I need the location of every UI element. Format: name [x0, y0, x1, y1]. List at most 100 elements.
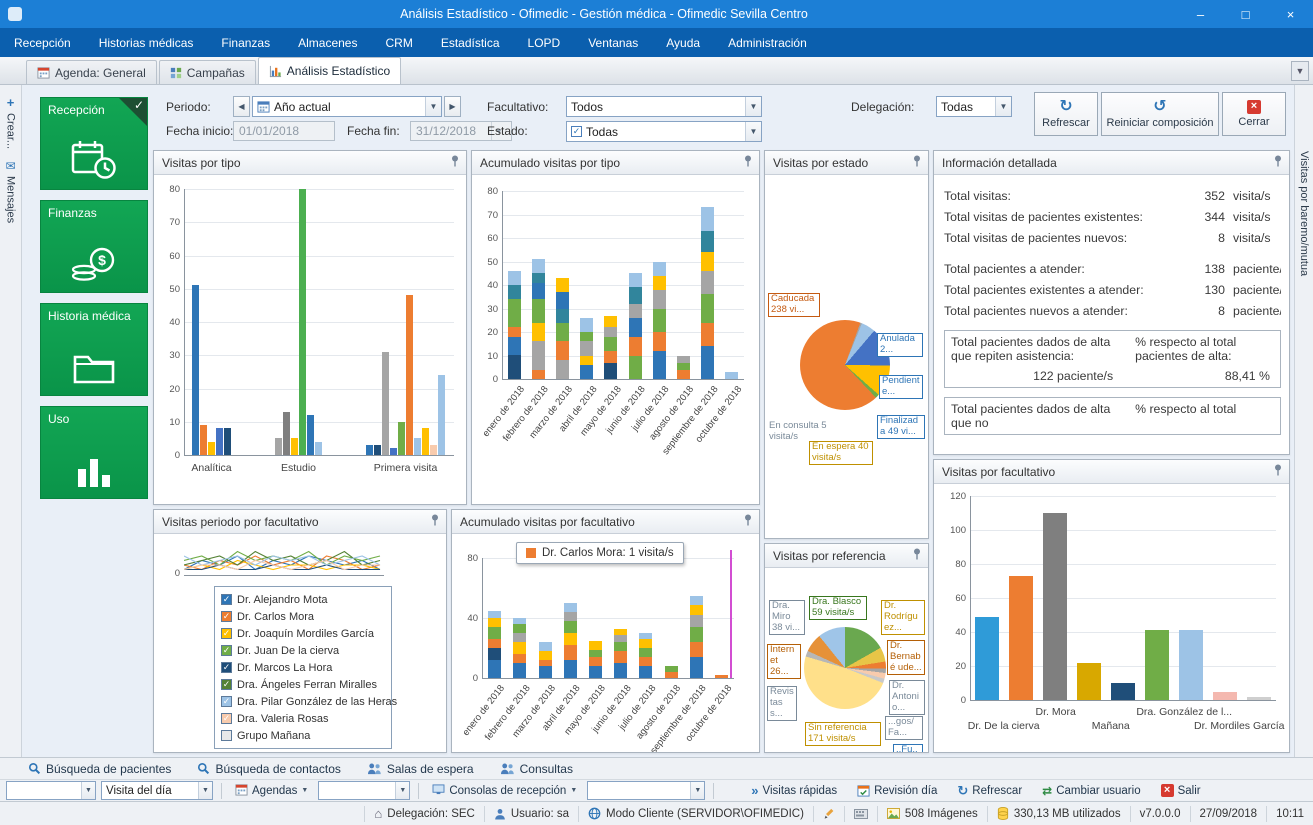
menu-item-ayuda[interactable]: Ayuda	[652, 28, 714, 57]
acumulado-facultativo-plot[interactable]: 04080enero de 2018febrero de 2018marzo d…	[452, 534, 759, 752]
bar[interactable]	[224, 428, 231, 455]
bar[interactable]	[1247, 697, 1271, 700]
right-rail-tab[interactable]: Visitas por baremo/mutua	[1294, 85, 1313, 757]
pin-icon[interactable]	[912, 548, 922, 563]
legend-item-dr-juan-de-la-cierva[interactable]: ✓Dr. Juan De la cierva	[218, 642, 388, 659]
pin-icon[interactable]	[743, 514, 753, 529]
tile-finanzas[interactable]: Finanzas$	[40, 200, 148, 293]
close-button[interactable]: ×	[1268, 0, 1313, 28]
bar[interactable]	[299, 189, 306, 455]
menu-item-almacenes[interactable]: Almacenes	[284, 28, 371, 57]
link-busqueda-de-pacientes[interactable]: Búsqueda de pacientes	[28, 762, 171, 776]
pin-icon[interactable]	[450, 155, 460, 170]
button-refrescar[interactable]: ↻Refrescar	[952, 782, 1027, 799]
bar[interactable]	[975, 617, 999, 700]
visitas-por-referencia-plot[interactable]: Dra. Miro 38 vi...Dra. Blasco 59 visita/…	[765, 568, 928, 752]
periodo-next-button[interactable]: ▶	[444, 96, 461, 117]
stacked-bar[interactable]	[589, 641, 602, 679]
legend-checkbox[interactable]: ✓	[221, 679, 232, 690]
button-salir[interactable]: ×Salir	[1156, 782, 1206, 799]
tab-analisis-estadistico[interactable]: Análisis Estadístico	[258, 57, 401, 84]
legend-item-grupo-manana[interactable]: Grupo Mañana	[218, 727, 388, 744]
bar[interactable]	[438, 375, 445, 455]
bar[interactable]	[390, 448, 397, 455]
menu-item-lopd[interactable]: LOPD	[514, 28, 575, 57]
button-visitas-rapidas[interactable]: »Visitas rápidas	[746, 782, 842, 799]
pin-icon[interactable]	[1273, 464, 1283, 479]
estado-combo[interactable]: ✓ Todas ▼	[566, 121, 762, 142]
stacked-bar[interactable]	[564, 603, 577, 678]
stacked-bar[interactable]	[508, 271, 521, 379]
bar[interactable]	[291, 438, 298, 455]
pin-icon[interactable]	[1273, 155, 1283, 170]
bar[interactable]	[283, 412, 290, 455]
bar[interactable]	[1179, 630, 1203, 700]
stacked-bar[interactable]	[513, 618, 526, 678]
legend-item-dra-valeria-rosas[interactable]: ✓Dra. Valeria Rosas	[218, 710, 388, 727]
stacked-bar[interactable]	[639, 633, 652, 678]
legend-item-dr-marcos-la-hora[interactable]: ✓Dr. Marcos La Hora	[218, 659, 388, 676]
visitas-periodo-plot[interactable]: 0✓Dr. Alejandro Mota✓Dr. Carlos Mora✓Dr.…	[154, 534, 446, 752]
bar[interactable]	[422, 428, 429, 455]
create-rail-item[interactable]: + Crear...	[0, 95, 21, 149]
stacked-bar[interactable]	[715, 675, 728, 678]
bar[interactable]	[430, 445, 437, 455]
legend-checkbox[interactable]	[221, 730, 232, 741]
delegacion-combo[interactable]: Todas ▼	[936, 96, 1012, 117]
bar[interactable]	[1111, 683, 1135, 700]
stacked-bar[interactable]	[701, 207, 714, 379]
bar[interactable]	[1213, 692, 1237, 701]
bar[interactable]	[315, 442, 322, 455]
toolbar-combo-visita[interactable]: Visita del día▼	[101, 781, 213, 800]
menu-item-finanzas[interactable]: Finanzas	[207, 28, 284, 57]
legend-item-dra-pilar-gonzalez-de-las-heras[interactable]: ✓Dra. Pilar González de las Heras	[218, 693, 388, 710]
bar[interactable]	[382, 352, 389, 455]
legend-item-dr-alejandro-mota[interactable]: ✓Dr. Alejandro Mota	[218, 591, 388, 608]
stacked-bar[interactable]	[604, 316, 617, 379]
bar[interactable]	[1145, 630, 1169, 700]
periodo-prev-button[interactable]: ◀	[233, 96, 250, 117]
tile-recepcion[interactable]: Recepción✓	[40, 97, 148, 190]
tab-scroll-button[interactable]: ▼	[1291, 61, 1309, 81]
button-cambiar-usuario[interactable]: ⇄Cambiar usuario	[1037, 783, 1145, 799]
minimize-button[interactable]: –	[1178, 0, 1223, 28]
menu-item-ventanas[interactable]: Ventanas	[574, 28, 652, 57]
stacked-bar[interactable]	[629, 273, 642, 379]
cerrar-button[interactable]: × Cerrar	[1222, 92, 1286, 136]
legend-checkbox[interactable]: ✓	[221, 713, 232, 724]
consolas-recepcion-button[interactable]: Consolas de recepción ▼	[427, 782, 582, 800]
stacked-bar[interactable]	[690, 596, 703, 679]
pin-icon[interactable]	[430, 514, 440, 529]
visitas-por-facultativo-plot[interactable]: 020406080100120Dr. De la ciervaDr. MoraM…	[934, 484, 1289, 752]
periodo-combo[interactable]: Año actual ▼	[252, 96, 442, 117]
stacked-bar[interactable]	[532, 259, 545, 379]
bar[interactable]	[1043, 513, 1067, 700]
refrescar-button[interactable]: ↻ Refrescar	[1034, 92, 1098, 136]
stacked-bar[interactable]	[488, 611, 501, 679]
stacked-bar[interactable]	[653, 262, 666, 380]
stacked-bar[interactable]	[725, 372, 738, 379]
bar[interactable]	[398, 422, 405, 455]
bar[interactable]	[200, 425, 207, 455]
sparkline-plot[interactable]	[184, 536, 384, 578]
menu-item-crm[interactable]: CRM	[371, 28, 426, 57]
stacked-bar[interactable]	[665, 666, 678, 678]
legend-checkbox[interactable]: ✓	[221, 662, 232, 673]
tab-campanas[interactable]: Campañas	[159, 60, 256, 84]
maximize-button[interactable]: □	[1223, 0, 1268, 28]
visitas-por-tipo-plot[interactable]: 01020304050607080AnalíticaEstudioPrimera…	[154, 175, 466, 504]
menu-item-recepcion[interactable]: Recepción	[0, 28, 85, 57]
toolbar-combo-1[interactable]: ▼	[6, 781, 96, 800]
stacked-bar[interactable]	[556, 278, 569, 379]
bar[interactable]	[216, 428, 223, 455]
menu-item-estadistica[interactable]: Estadística	[427, 28, 514, 57]
tile-historia-medica[interactable]: Historia médica	[40, 303, 148, 396]
bar[interactable]	[275, 438, 282, 455]
link-busqueda-de-contactos[interactable]: Búsqueda de contactos	[197, 762, 340, 776]
acumulado-visitas-por-tipo-plot[interactable]: 01020304050607080enero de 2018febrero de…	[472, 175, 759, 504]
bar[interactable]	[307, 415, 314, 455]
legend-checkbox[interactable]: ✓	[221, 594, 232, 605]
legend-checkbox[interactable]: ✓	[221, 628, 232, 639]
pie-visitas-por-referencia[interactable]	[804, 627, 886, 709]
bar[interactable]	[1009, 576, 1033, 700]
